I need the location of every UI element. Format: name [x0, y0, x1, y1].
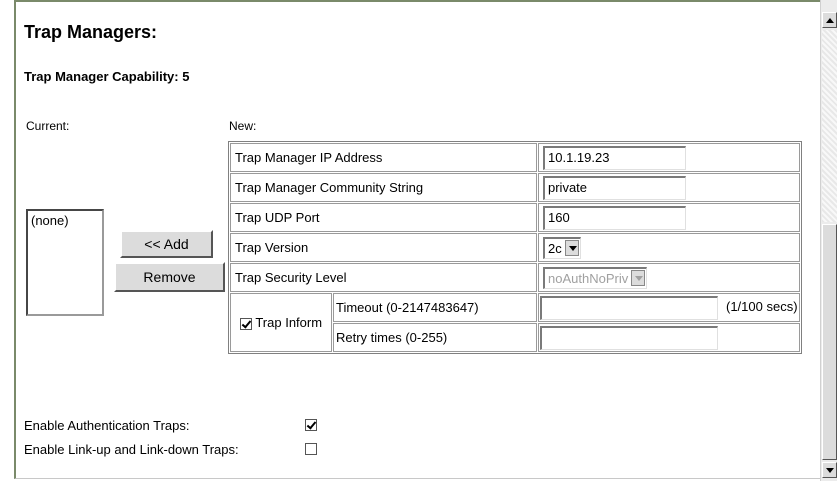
community-string-cell: private	[538, 173, 800, 202]
table-row: Trap Inform Timeout (0-2147483647) (1/10…	[230, 293, 800, 352]
retry-input[interactable]	[540, 325, 718, 350]
table-row: Trap UDP Port 160	[230, 203, 800, 232]
trap-version-select[interactable]: 2c	[543, 236, 581, 259]
security-level-cell: noAuthNoPriv	[538, 263, 800, 292]
trap-inform-label: Trap Inform	[255, 315, 323, 330]
ip-address-cell: 10.1.19.23	[538, 143, 800, 172]
table-row: Trap Security Level noAuthNoPriv	[230, 263, 800, 292]
udp-port-label: Trap UDP Port	[230, 203, 537, 232]
retry-cell	[538, 323, 800, 352]
new-label: New:	[229, 119, 257, 133]
arrow-down-icon[interactable]	[822, 462, 837, 478]
page-title: Trap Managers:	[24, 22, 158, 42]
scrollbar-track[interactable]	[822, 30, 837, 222]
remove-button[interactable]: Remove	[114, 262, 225, 292]
ip-address-input[interactable]: 10.1.19.23	[543, 145, 686, 170]
auth-traps-checkbox[interactable]	[305, 419, 317, 431]
community-string-input[interactable]: private	[543, 175, 686, 200]
timeout-input[interactable]	[540, 295, 718, 320]
ip-address-label: Trap Manager IP Address	[230, 143, 537, 172]
trap-version-cell: 2c	[538, 233, 800, 262]
security-level-value: noAuthNoPriv	[548, 270, 629, 286]
retry-label: Retry times (0-255)	[333, 323, 537, 352]
trap-inform-checkbox[interactable]	[239, 317, 252, 330]
table-row: Trap Version 2c	[230, 233, 800, 262]
trap-version-label: Trap Version	[230, 233, 537, 262]
current-trap-managers-list[interactable]: (none)	[26, 209, 104, 316]
new-trap-manager-form: Trap Manager IP Address 10.1.19.23 Trap …	[228, 141, 802, 354]
vertical-scrollbar[interactable]	[820, 0, 837, 481]
table-row: Trap Manager IP Address 10.1.19.23	[230, 143, 800, 172]
add-button[interactable]: << Add	[120, 230, 213, 258]
timeout-cell: (1/100 secs)	[538, 293, 800, 322]
link-traps-label: Enable Link-up and Link-down Traps:	[24, 442, 239, 457]
arrow-up-icon[interactable]	[822, 12, 837, 28]
timeout-label: Timeout (0-2147483647)	[333, 293, 537, 322]
udp-port-input[interactable]: 160	[543, 205, 686, 230]
trap-inform-cell: Trap Inform	[230, 293, 332, 352]
security-level-label: Trap Security Level	[230, 263, 537, 292]
security-level-select: noAuthNoPriv	[543, 266, 648, 289]
table-row: Trap Manager Community String private	[230, 173, 800, 202]
community-string-label: Trap Manager Community String	[230, 173, 537, 202]
timeout-unit: (1/100 secs)	[726, 298, 798, 314]
trap-version-value: 2c	[548, 240, 562, 256]
chevron-down-icon[interactable]	[564, 240, 579, 256]
trap-manager-capability: Trap Manager Capability: 5	[24, 69, 190, 84]
current-label: Current:	[26, 119, 70, 133]
auth-traps-row: Enable Authentication Traps:	[24, 418, 317, 433]
udp-port-cell: 160	[538, 203, 800, 232]
link-traps-checkbox[interactable]	[305, 443, 317, 455]
auth-traps-label: Enable Authentication Traps:	[24, 418, 190, 433]
list-item[interactable]: (none)	[31, 213, 99, 228]
link-traps-row: Enable Link-up and Link-down Traps:	[24, 442, 317, 457]
scrollbar-thumb[interactable]	[822, 224, 837, 460]
chevron-down-icon	[631, 270, 646, 286]
